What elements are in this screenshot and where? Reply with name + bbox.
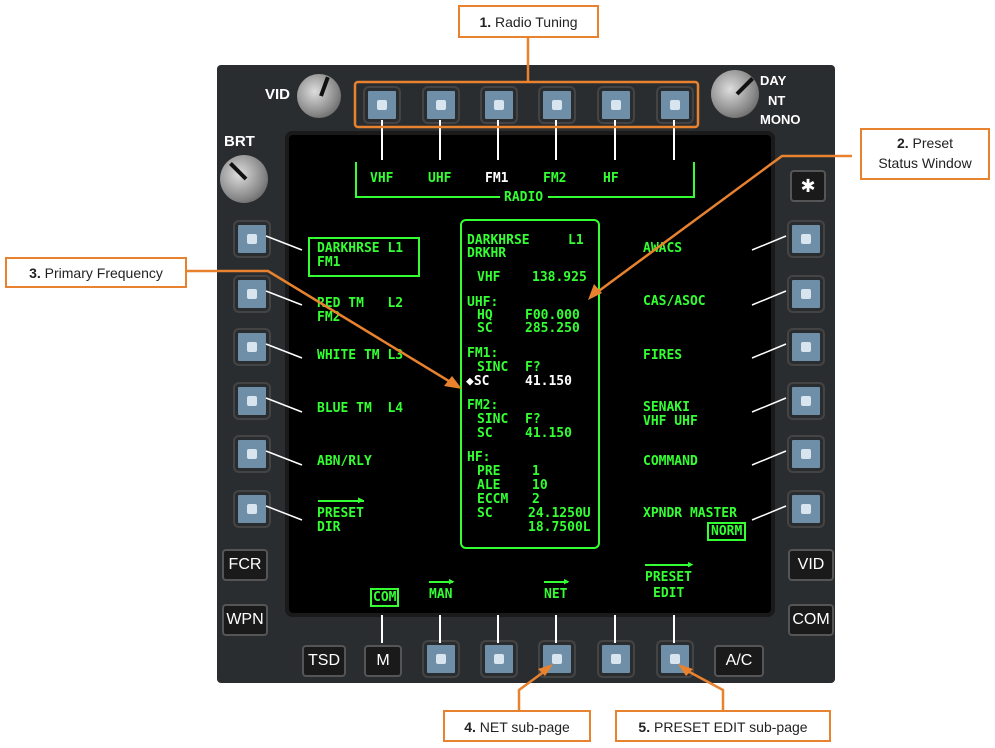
callout-2-text-2: Status Window	[878, 155, 972, 171]
callout-net-sub-page: 4. NET sub-page	[443, 710, 591, 742]
callout-3-text: Primary Frequency	[44, 265, 163, 281]
callout-primary-frequency: 3. Primary Frequency	[5, 257, 187, 288]
callout-preset-status-window: 2. Preset Status Window	[860, 128, 990, 180]
callout-4-text: NET sub-page	[479, 719, 570, 735]
callout-radio-tuning: 1. Radio Tuning	[458, 5, 599, 38]
callout-5-number: 5.	[638, 719, 651, 735]
callout-5-text: PRESET EDIT sub-page	[654, 719, 808, 735]
callout-2-text-1: Preset	[912, 135, 954, 151]
callout-leaders	[186, 38, 852, 710]
callout-preset-edit-sub-page: 5. PRESET EDIT sub-page	[615, 710, 831, 742]
callout-3-number: 3.	[29, 265, 41, 281]
callout-2-number: 2.	[896, 135, 909, 151]
callout-1-text: Radio Tuning	[495, 14, 578, 30]
callout-4-number: 4.	[464, 719, 476, 735]
callout-1-number: 1.	[479, 14, 492, 30]
